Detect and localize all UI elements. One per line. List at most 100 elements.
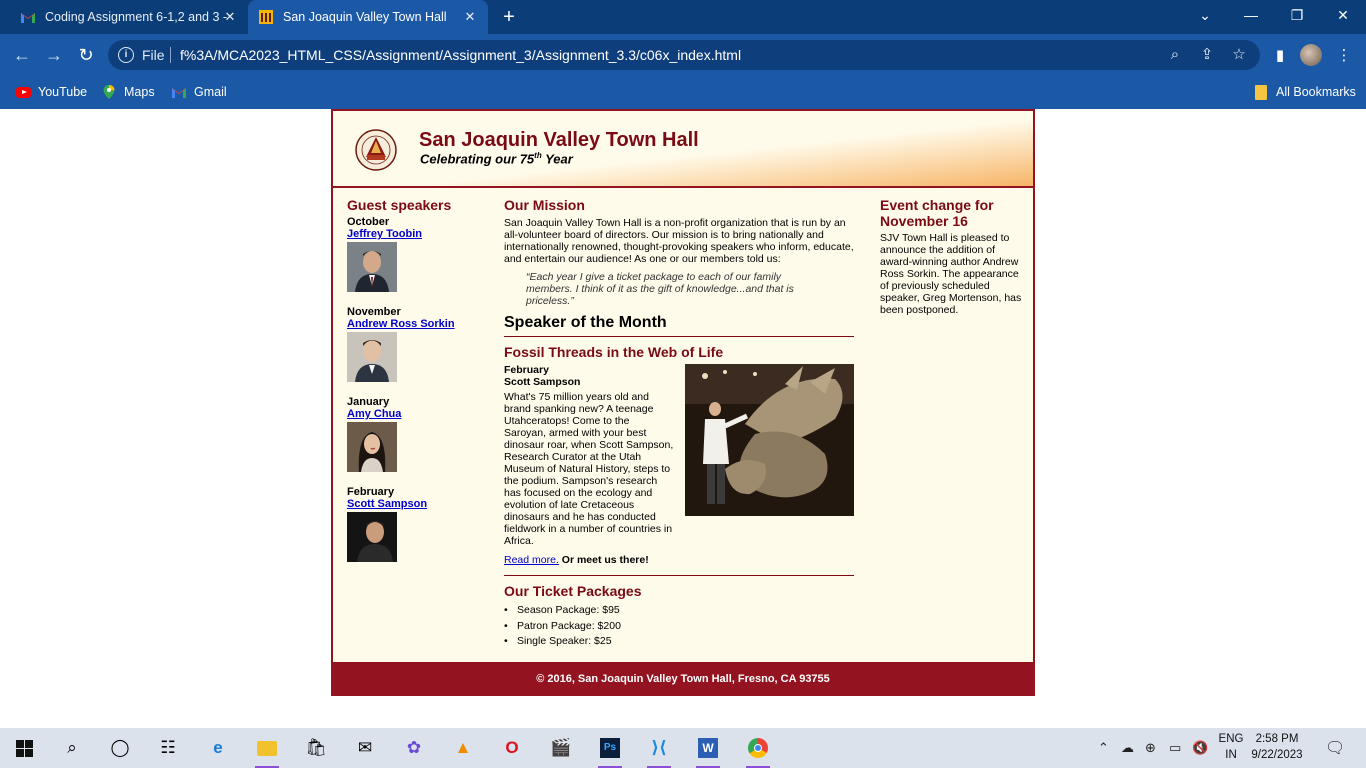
youtube-icon xyxy=(15,84,31,100)
photoshop-icon[interactable]: Ps xyxy=(590,728,630,768)
bookmark-youtube[interactable]: YouTube xyxy=(15,83,87,101)
windows-taskbar: ⌕ ◯ ☷ e 🛍 ✉ ✿ ▲ O 🎬 Ps ⟩⟨ W ⌃ ☁ ⊕ ▭ 🔇 EN… xyxy=(0,728,1366,768)
time-text: 2:58 PM xyxy=(1255,733,1299,745)
file-explorer-icon[interactable] xyxy=(247,728,287,768)
gmail-icon xyxy=(20,9,36,25)
network-icon[interactable]: ⊕ xyxy=(1145,740,1156,756)
speaker-photo[interactable] xyxy=(347,332,397,382)
som-month: February xyxy=(504,364,549,376)
search-icon[interactable]: ⌕ xyxy=(52,728,92,768)
word-icon[interactable]: W xyxy=(688,728,728,768)
store-icon[interactable]: 🛍 xyxy=(296,728,336,768)
notifications-icon[interactable]: 🗨 xyxy=(1325,738,1345,758)
meet-text: Or meet us there! xyxy=(561,554,649,566)
tab-search-chevron-icon[interactable]: ⌄ xyxy=(1182,0,1228,34)
clock[interactable]: 2:58 PM 9/22/2023 xyxy=(1249,731,1305,763)
site-info-icon[interactable]: i xyxy=(118,47,134,63)
back-icon[interactable]: ← xyxy=(10,43,34,67)
speaker-link-sampson[interactable]: Scott Sampson xyxy=(347,498,487,510)
read-more-link[interactable]: Read more. xyxy=(504,554,559,566)
minimize-button[interactable]: — xyxy=(1228,0,1274,34)
scheme-label: File xyxy=(142,47,165,63)
mission-heading: Our Mission xyxy=(504,197,585,213)
speaker-photo[interactable] xyxy=(347,242,397,292)
mission-text: San Joaquin Valley Town Hall is a non-pr… xyxy=(504,217,854,265)
task-view-icon[interactable]: ☷ xyxy=(148,728,188,768)
bookmark-maps[interactable]: Maps xyxy=(101,83,155,101)
town-hall-logo xyxy=(355,129,397,171)
page-viewport: San Joaquin Valley Town Hall Celebrating… xyxy=(0,109,1366,728)
close-window-button[interactable]: ✕ xyxy=(1320,0,1366,34)
speaker-item: January Amy Chua xyxy=(347,396,487,472)
vscode-icon[interactable]: ⟩⟨ xyxy=(639,728,679,768)
battery-icon[interactable]: ▭ xyxy=(1169,740,1181,756)
speaker-month: October xyxy=(347,216,390,228)
zoom-icon[interactable]: ⌕ xyxy=(1166,46,1184,64)
speaker-photo[interactable] xyxy=(347,512,397,562)
som-speaker: Scott Sampson xyxy=(504,376,581,388)
chevron-up-icon[interactable]: ⌃ xyxy=(1098,740,1109,756)
bookmark-gmail[interactable]: Gmail xyxy=(171,83,227,101)
dinosaur-photo xyxy=(685,364,854,516)
event-heading: Event change for November 16 xyxy=(880,197,994,229)
list-item: Season Package: $95 xyxy=(504,603,854,619)
volume-muted-icon[interactable]: 🔇 xyxy=(1192,740,1208,756)
subtitle-ordinal: th xyxy=(534,151,542,160)
speaker-link-chua[interactable]: Amy Chua xyxy=(347,408,487,420)
speaker-item: February Scott Sampson xyxy=(347,486,487,562)
speaker-photo[interactable] xyxy=(347,422,397,472)
new-tab-button[interactable]: + xyxy=(498,6,520,28)
tab-gmail[interactable]: Coding Assignment 6-1,2 and 3 - ✕ xyxy=(8,0,248,34)
tab-town-hall[interactable]: San Joaquin Valley Town Hall ✕ xyxy=(248,0,488,34)
side-panel-icon[interactable]: ▮ xyxy=(1270,46,1290,66)
share-icon[interactable]: ⇪ xyxy=(1198,46,1216,64)
read-more-line: Read more. Or meet us there! xyxy=(504,554,854,566)
subtitle-text: Year xyxy=(541,151,573,167)
onedrive-icon[interactable]: ☁ xyxy=(1121,740,1134,756)
opera-icon[interactable]: O xyxy=(492,728,532,768)
subtitle-text: Celebrating our xyxy=(420,151,520,167)
all-bookmarks-button[interactable]: All Bookmarks xyxy=(1253,83,1356,101)
section-divider xyxy=(504,575,854,576)
speaker-link-toobin[interactable]: Jeffrey Toobin xyxy=(347,228,487,240)
speaker-of-month-section: February Scott Sampson What's 75 million… xyxy=(504,364,854,566)
copilot-icon[interactable]: ✿ xyxy=(394,728,434,768)
speaker-link-sorkin[interactable]: Andrew Ross Sorkin xyxy=(347,318,487,330)
page-footer: © 2016, San Joaquin Valley Town Hall, Fr… xyxy=(333,662,1033,696)
bookmark-star-icon[interactable]: ☆ xyxy=(1230,46,1248,64)
close-tab-icon[interactable]: ✕ xyxy=(462,9,478,25)
edge-icon[interactable]: e xyxy=(198,728,238,768)
event-text: SJV Town Hall is pleased to announce the… xyxy=(880,232,1022,316)
bookmarks-bar: YouTube Maps Gmail All Bookmarks xyxy=(0,76,1366,109)
tickets-list: Season Package: $95 Patron Package: $200… xyxy=(504,603,854,650)
chrome-icon[interactable] xyxy=(738,728,778,768)
media-player-icon[interactable]: 🎬 xyxy=(541,728,581,768)
cortana-icon[interactable]: ◯ xyxy=(100,728,140,768)
language-code: ENG xyxy=(1218,733,1244,745)
address-bar[interactable]: i File f%3A/MCA2023_HTML_CSS/Assignment/… xyxy=(108,40,1260,70)
guest-speakers-heading: Guest speakers xyxy=(347,197,452,213)
talk-title: Fossil Threads in the Web of Life xyxy=(504,344,724,360)
som-description: What's 75 million years old and brand sp… xyxy=(504,391,674,547)
forward-icon[interactable]: → xyxy=(42,43,66,67)
browser-toolbar: ← → ↻ i File f%3A/MCA2023_HTML_CSS/Assig… xyxy=(0,34,1366,76)
close-tab-icon[interactable]: ✕ xyxy=(222,9,238,25)
reload-icon[interactable]: ↻ xyxy=(74,43,98,67)
gmail-icon xyxy=(171,84,187,100)
speaker-of-month-text: February Scott Sampson What's 75 million… xyxy=(504,364,674,547)
vlc-icon[interactable]: ▲ xyxy=(443,728,483,768)
site-subtitle: Celebrating our 75th Year xyxy=(420,151,573,166)
page-container: San Joaquin Valley Town Hall Celebrating… xyxy=(331,109,1035,696)
url-text[interactable]: f%3A/MCA2023_HTML_CSS/Assignment/Assignm… xyxy=(180,47,741,63)
mail-icon[interactable]: ✉ xyxy=(345,728,385,768)
restore-button[interactable]: ❐ xyxy=(1274,0,1320,34)
speaker-month: January xyxy=(347,396,390,408)
speaker-item: November Andrew Ross Sorkin xyxy=(347,306,487,382)
main-content: Our Mission San Joaquin Valley Town Hall… xyxy=(504,197,854,650)
menu-kebab-icon[interactable]: ⋮ xyxy=(1334,46,1354,66)
avatar[interactable] xyxy=(1300,44,1322,66)
start-icon[interactable] xyxy=(4,728,44,768)
site-title: San Joaquin Valley Town Hall xyxy=(419,129,699,151)
guest-speakers-aside: Guest speakers October Jeffrey Toobin No… xyxy=(347,197,487,576)
language-indicator[interactable]: ENG IN xyxy=(1213,731,1249,763)
